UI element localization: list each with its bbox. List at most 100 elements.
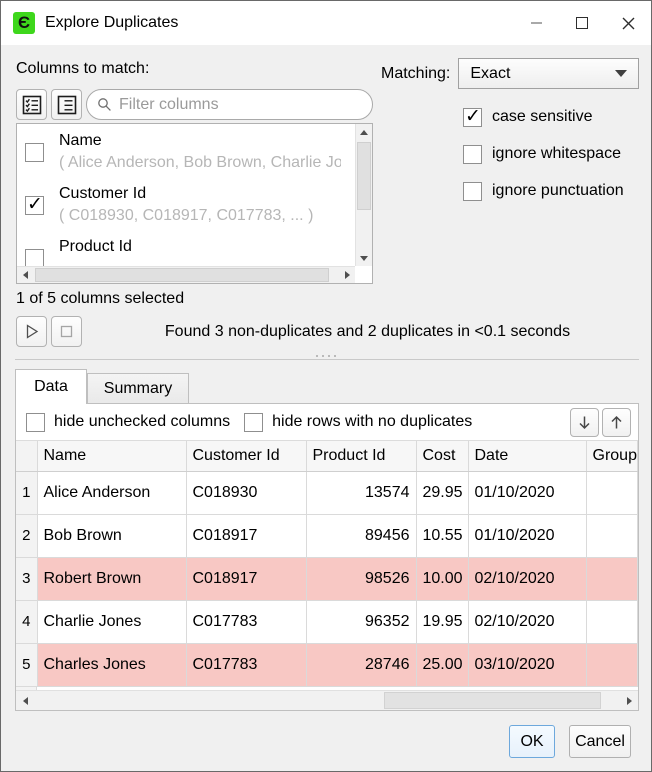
hide-unchecked-columns-option[interactable]: hide unchecked columns bbox=[26, 413, 230, 432]
cell-name[interactable]: Charles Jones bbox=[37, 643, 186, 686]
cell-cost[interactable]: 10.00 bbox=[416, 557, 468, 600]
cell-date[interactable]: 02/10/2020 bbox=[468, 557, 586, 600]
cell-name[interactable]: Charlie Jones bbox=[37, 600, 186, 643]
matching-label: Matching: bbox=[381, 65, 450, 83]
table-row: 3 Robert Brown C018917 98526 10.00 02/10… bbox=[16, 557, 638, 600]
cell-group[interactable] bbox=[586, 557, 638, 600]
splitter-divider[interactable] bbox=[15, 359, 639, 360]
columns-list-vertical-scrollbar[interactable] bbox=[355, 124, 372, 266]
cell-group[interactable] bbox=[586, 471, 638, 514]
hide-rows-no-duplicates-option[interactable]: hide rows with no duplicates bbox=[244, 413, 472, 432]
cell-customer-id[interactable]: C018930 bbox=[186, 471, 306, 514]
cell-group[interactable] bbox=[586, 514, 638, 557]
table-horizontal-scrollbar[interactable] bbox=[16, 690, 638, 710]
hide-unchecked-columns-checkbox[interactable] bbox=[26, 413, 45, 432]
cell-customer-id[interactable]: C018917 bbox=[186, 557, 306, 600]
cell-date[interactable]: 01/10/2020 bbox=[468, 471, 586, 514]
previous-duplicate-button[interactable] bbox=[602, 408, 631, 437]
header-cost[interactable]: Cost bbox=[416, 441, 468, 471]
column-checkbox-name[interactable] bbox=[25, 143, 44, 162]
cell-cost[interactable]: 10.55 bbox=[416, 514, 468, 557]
header-name[interactable]: Name bbox=[37, 441, 186, 471]
cell-date[interactable]: 03/10/2020 bbox=[468, 643, 586, 686]
case-sensitive-option[interactable]: case sensitive bbox=[463, 106, 593, 128]
cancel-button[interactable]: Cancel bbox=[569, 725, 631, 758]
explore-duplicates-dialog: Є Explore Duplicates Columns to match: bbox=[0, 0, 652, 772]
case-sensitive-checkbox[interactable] bbox=[463, 108, 482, 127]
splitter-handle[interactable] bbox=[316, 355, 336, 357]
tab-summary-label: Summary bbox=[104, 380, 172, 398]
scroll-right-icon[interactable] bbox=[620, 691, 638, 710]
horizontal-scroll-thumb[interactable] bbox=[35, 268, 329, 282]
cell-product-id[interactable]: 96352 bbox=[306, 600, 416, 643]
column-name: Name bbox=[59, 129, 341, 152]
scroll-up-icon[interactable] bbox=[356, 124, 372, 140]
cell-date[interactable]: 02/10/2020 bbox=[468, 600, 586, 643]
horizontal-scroll-thumb[interactable] bbox=[384, 692, 601, 709]
header-date[interactable]: Date bbox=[468, 441, 586, 471]
row-number[interactable]: 1 bbox=[16, 471, 37, 514]
filter-columns-field[interactable] bbox=[86, 89, 373, 120]
column-checkbox-customer-id[interactable] bbox=[25, 196, 44, 215]
tab-data[interactable]: Data bbox=[15, 369, 87, 404]
header-customer-id[interactable]: Customer Id bbox=[186, 441, 306, 471]
run-button[interactable] bbox=[16, 316, 47, 347]
cell-cost[interactable]: 19.95 bbox=[416, 600, 468, 643]
cell-name[interactable]: Robert Brown bbox=[37, 557, 186, 600]
row-number[interactable]: 3 bbox=[16, 557, 37, 600]
columns-list-horizontal-scrollbar[interactable] bbox=[17, 266, 355, 283]
columns-list: Name ( Alice Anderson, Bob Brown, Charli… bbox=[16, 123, 373, 284]
cell-cost[interactable]: 29.95 bbox=[416, 471, 468, 514]
next-duplicate-button[interactable] bbox=[570, 408, 599, 437]
cell-name[interactable]: Bob Brown bbox=[37, 514, 186, 557]
vertical-scroll-thumb[interactable] bbox=[357, 142, 371, 210]
scroll-left-icon[interactable] bbox=[16, 691, 34, 710]
ignore-whitespace-option[interactable]: ignore whitespace bbox=[463, 143, 621, 165]
cell-product-id[interactable]: 13574 bbox=[306, 471, 416, 514]
matching-dropdown[interactable]: Exact bbox=[458, 58, 639, 89]
ignore-punctuation-checkbox[interactable] bbox=[463, 182, 482, 201]
cell-name[interactable]: Alice Anderson bbox=[37, 471, 186, 514]
row-number[interactable]: 4 bbox=[16, 600, 37, 643]
ignore-whitespace-checkbox[interactable] bbox=[463, 145, 482, 164]
cell-product-id[interactable]: 89456 bbox=[306, 514, 416, 557]
maximize-button[interactable] bbox=[559, 1, 605, 45]
uncheck-all-columns-button[interactable] bbox=[51, 89, 82, 120]
ok-button[interactable]: OK bbox=[509, 725, 555, 758]
minimize-button[interactable] bbox=[513, 1, 559, 45]
tab-summary[interactable]: Summary bbox=[87, 373, 189, 404]
window-controls bbox=[513, 1, 651, 45]
stop-button[interactable] bbox=[51, 316, 82, 347]
check-all-columns-button[interactable] bbox=[16, 89, 47, 120]
cell-group[interactable] bbox=[586, 643, 638, 686]
column-item-name[interactable]: Name ( Alice Anderson, Bob Brown, Charli… bbox=[17, 124, 372, 177]
cell-customer-id[interactable]: C017783 bbox=[186, 643, 306, 686]
arrow-up-icon bbox=[608, 414, 625, 431]
cell-customer-id[interactable]: C018917 bbox=[186, 514, 306, 557]
titlebar: Є Explore Duplicates bbox=[1, 1, 651, 45]
columns-selected-count: 1 of 5 columns selected bbox=[16, 290, 184, 308]
close-button[interactable] bbox=[605, 1, 651, 45]
header-group[interactable]: Group bbox=[586, 441, 638, 471]
ignore-punctuation-option[interactable]: ignore punctuation bbox=[463, 180, 624, 202]
row-number[interactable]: 2 bbox=[16, 514, 37, 557]
header-product-id[interactable]: Product Id bbox=[306, 441, 416, 471]
columns-to-match-label: Columns to match: bbox=[16, 60, 149, 78]
hide-rows-no-duplicates-checkbox[interactable] bbox=[244, 413, 263, 432]
filter-columns-input[interactable] bbox=[119, 96, 362, 114]
hide-rows-no-duplicates-label: hide rows with no duplicates bbox=[272, 413, 472, 431]
column-item-customer-id[interactable]: Customer Id ( C018930, C018917, C017783,… bbox=[17, 177, 372, 230]
corner-header-cell[interactable] bbox=[16, 441, 37, 471]
data-panel: hide unchecked columns hide rows with no… bbox=[15, 403, 639, 711]
scroll-right-icon[interactable] bbox=[339, 267, 355, 283]
cell-group[interactable] bbox=[586, 600, 638, 643]
cell-date[interactable]: 01/10/2020 bbox=[468, 514, 586, 557]
row-number[interactable]: 5 bbox=[16, 643, 37, 686]
cell-product-id[interactable]: 98526 bbox=[306, 557, 416, 600]
cell-customer-id[interactable]: C017783 bbox=[186, 600, 306, 643]
minimize-icon bbox=[531, 22, 542, 24]
scroll-down-icon[interactable] bbox=[356, 250, 372, 266]
cell-product-id[interactable]: 28746 bbox=[306, 643, 416, 686]
cell-cost[interactable]: 25.00 bbox=[416, 643, 468, 686]
scroll-left-icon[interactable] bbox=[17, 267, 33, 283]
